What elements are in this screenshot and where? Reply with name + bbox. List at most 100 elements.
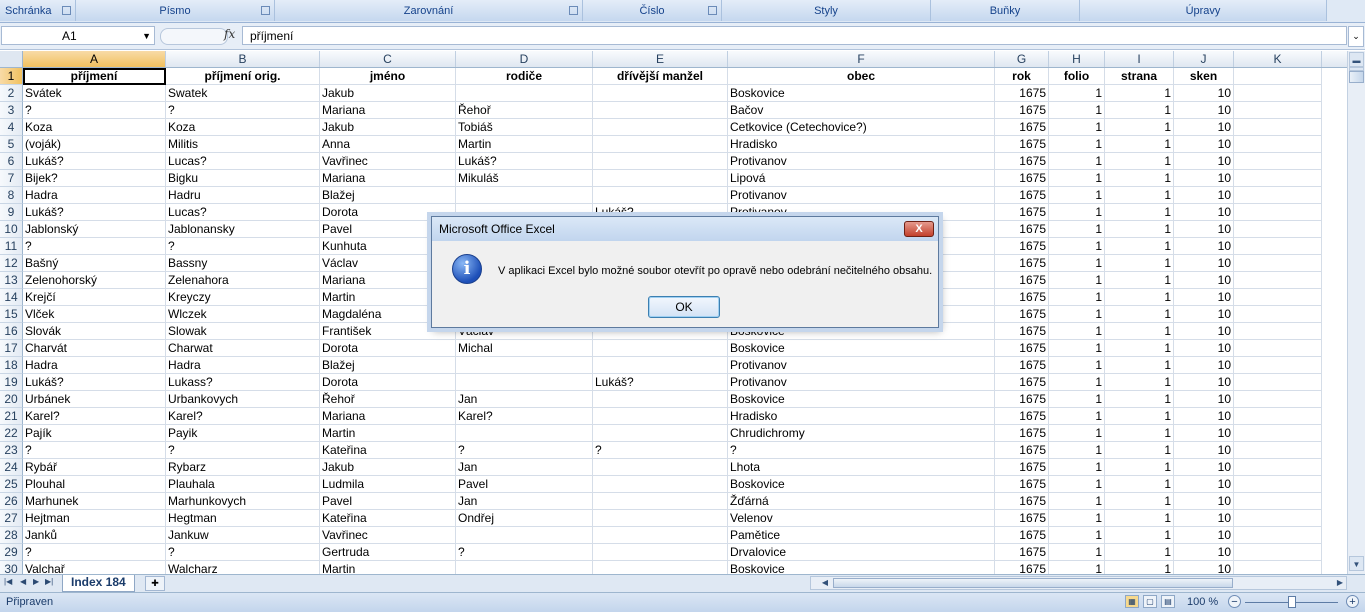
cell[interactable] xyxy=(593,170,728,187)
cell[interactable]: Bigku xyxy=(166,170,320,187)
sheet-tab-index-184[interactable]: Index 184 xyxy=(62,575,135,592)
cell[interactable]: 1675 xyxy=(995,136,1049,153)
cell[interactable]: Lukáš? xyxy=(456,153,593,170)
normal-view-icon[interactable]: ▦ xyxy=(1125,595,1139,608)
cell[interactable]: ? xyxy=(593,442,728,459)
cell[interactable] xyxy=(1234,510,1322,527)
cell[interactable] xyxy=(1234,357,1322,374)
cell[interactable]: rok xyxy=(995,68,1049,85)
cell[interactable] xyxy=(1234,340,1322,357)
cell[interactable]: 1 xyxy=(1105,561,1174,574)
cell[interactable]: Hejtman xyxy=(23,510,166,527)
cell[interactable]: ? xyxy=(166,544,320,561)
cell[interactable] xyxy=(1234,170,1322,187)
cell[interactable] xyxy=(593,408,728,425)
cell[interactable]: 1 xyxy=(1105,136,1174,153)
cell[interactable]: 10 xyxy=(1174,340,1234,357)
cell[interactable]: dřívější manžel xyxy=(593,68,728,85)
cell[interactable]: Jan xyxy=(456,391,593,408)
cell[interactable]: 1 xyxy=(1105,187,1174,204)
row-header[interactable]: 25 xyxy=(0,476,23,493)
cell[interactable]: 10 xyxy=(1174,289,1234,306)
row-header[interactable]: 8 xyxy=(0,187,23,204)
cell[interactable]: Lukáš? xyxy=(23,204,166,221)
cell[interactable]: 1675 xyxy=(995,170,1049,187)
cell[interactable] xyxy=(1234,374,1322,391)
cell[interactable]: Mariana xyxy=(320,408,456,425)
cell[interactable]: 1675 xyxy=(995,221,1049,238)
cell[interactable]: 1 xyxy=(1049,561,1105,574)
cell[interactable]: 10 xyxy=(1174,561,1234,574)
cell[interactable]: 1 xyxy=(1049,153,1105,170)
cell[interactable]: Mikuláš xyxy=(456,170,593,187)
scroll-left-icon[interactable]: ◀ xyxy=(819,577,831,589)
scroll-right-icon[interactable]: ▶ xyxy=(1334,577,1346,589)
cell[interactable] xyxy=(456,85,593,102)
cell[interactable]: 1675 xyxy=(995,238,1049,255)
cell[interactable]: Janků xyxy=(23,527,166,544)
cell[interactable]: 10 xyxy=(1174,408,1234,425)
cell[interactable]: Marhunkovych xyxy=(166,493,320,510)
cell[interactable]: 1675 xyxy=(995,340,1049,357)
cell[interactable]: 1 xyxy=(1049,289,1105,306)
cell[interactable]: Protivanov xyxy=(728,374,995,391)
cell[interactable] xyxy=(1234,187,1322,204)
cell[interactable]: 1675 xyxy=(995,255,1049,272)
cell[interactable]: Payik xyxy=(166,425,320,442)
row-header[interactable]: 13 xyxy=(0,272,23,289)
horizontal-scroll-thumb[interactable] xyxy=(833,578,1233,588)
cell[interactable]: Pajík xyxy=(23,425,166,442)
row-header[interactable]: 3 xyxy=(0,102,23,119)
row-header[interactable]: 6 xyxy=(0,153,23,170)
cell[interactable]: Zelenohorský xyxy=(23,272,166,289)
cell[interactable]: 1 xyxy=(1049,527,1105,544)
cell[interactable]: Boskovice xyxy=(728,340,995,357)
cell[interactable]: Blažej xyxy=(320,187,456,204)
cell[interactable]: Jakub xyxy=(320,459,456,476)
row-header[interactable]: 9 xyxy=(0,204,23,221)
column-header-d[interactable]: D xyxy=(456,51,593,67)
cell[interactable]: 1 xyxy=(1049,204,1105,221)
select-all-corner[interactable] xyxy=(0,51,23,67)
row-header[interactable]: 17 xyxy=(0,340,23,357)
cell[interactable]: 10 xyxy=(1174,323,1234,340)
cell[interactable] xyxy=(456,374,593,391)
cell[interactable]: 1 xyxy=(1105,374,1174,391)
row-header[interactable]: 27 xyxy=(0,510,23,527)
cell[interactable]: 1 xyxy=(1049,306,1105,323)
cell[interactable] xyxy=(1234,425,1322,442)
cell[interactable]: 10 xyxy=(1174,85,1234,102)
close-icon[interactable]: X xyxy=(904,221,934,237)
cell[interactable]: 1 xyxy=(1105,527,1174,544)
cell[interactable] xyxy=(1234,153,1322,170)
column-header-g[interactable]: G xyxy=(995,51,1049,67)
cell[interactable]: 1 xyxy=(1049,425,1105,442)
row-header[interactable]: 19 xyxy=(0,374,23,391)
cell[interactable]: Rybarz xyxy=(166,459,320,476)
cell[interactable]: Plouhal xyxy=(23,476,166,493)
zoom-slider-knob[interactable] xyxy=(1288,596,1296,608)
cell[interactable]: Valchař xyxy=(23,561,166,574)
cell[interactable]: Urbánek xyxy=(23,391,166,408)
cell[interactable]: Vlček xyxy=(23,306,166,323)
cell[interactable]: 10 xyxy=(1174,238,1234,255)
cell[interactable]: 1675 xyxy=(995,408,1049,425)
cell[interactable]: 1675 xyxy=(995,357,1049,374)
row-header[interactable]: 5 xyxy=(0,136,23,153)
cell[interactable]: Lucas? xyxy=(166,204,320,221)
row-header[interactable]: 4 xyxy=(0,119,23,136)
cell[interactable]: 10 xyxy=(1174,204,1234,221)
cell[interactable]: Chrudichromy xyxy=(728,425,995,442)
cell[interactable]: 1 xyxy=(1049,136,1105,153)
cell[interactable]: Michal xyxy=(456,340,593,357)
cell[interactable]: Jablonansky xyxy=(166,221,320,238)
cell[interactable]: 1675 xyxy=(995,204,1049,221)
cell[interactable]: Kateřina xyxy=(320,510,456,527)
cell[interactable]: 1 xyxy=(1049,442,1105,459)
cell[interactable]: folio xyxy=(1049,68,1105,85)
cell[interactable]: Hradisko xyxy=(728,408,995,425)
row-header[interactable]: 11 xyxy=(0,238,23,255)
cell[interactable] xyxy=(1234,221,1322,238)
cell[interactable]: 10 xyxy=(1174,221,1234,238)
cell[interactable]: Řehoř xyxy=(320,391,456,408)
